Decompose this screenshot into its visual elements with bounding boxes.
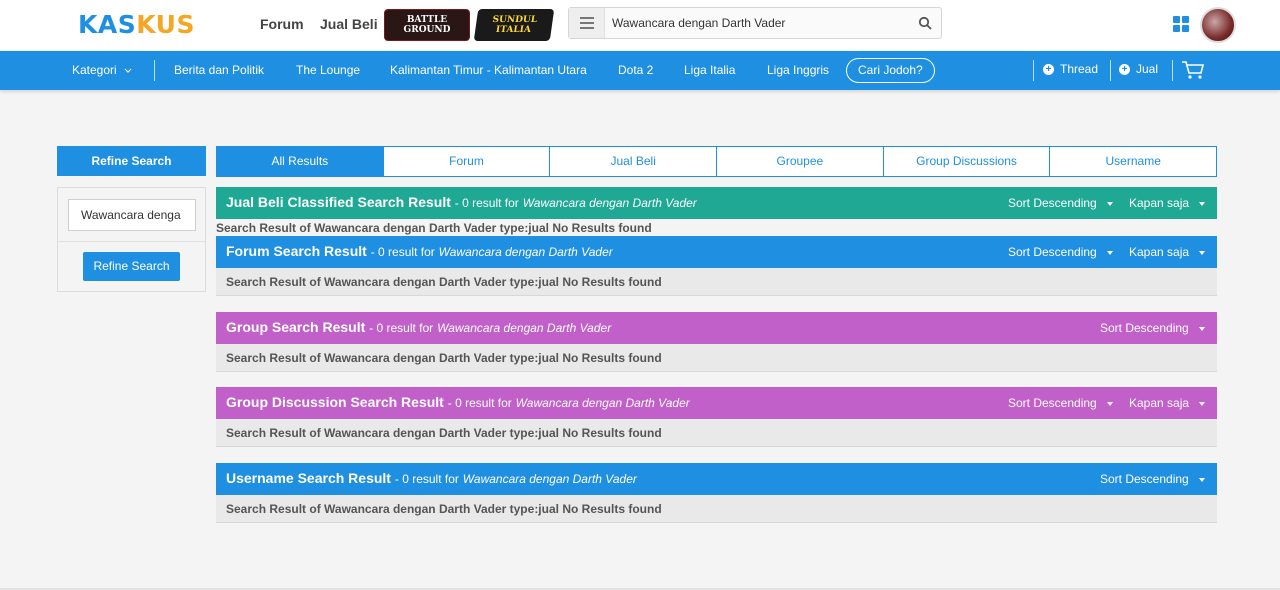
battle-ground-banner[interactable]: BATTLE GROUND [384, 9, 470, 41]
group-discussion-result-body: Search Result of Wawancara dengan Darth … [216, 419, 1217, 447]
cart-icon[interactable] [1181, 60, 1205, 85]
time-dropdown[interactable]: Kapan saja [1129, 196, 1206, 210]
nav-divider [1172, 60, 1173, 81]
jual-beli-result-header: Jual Beli Classified Search Result - 0 r… [216, 187, 1217, 219]
result-tabs: All Results Forum Jual Beli Groupee Grou… [216, 146, 1218, 177]
section-title: Group Search Result [226, 319, 366, 335]
tab-all-results[interactable]: All Results [216, 146, 384, 177]
kategori-dropdown[interactable]: Kategori [72, 63, 132, 77]
nav-item-the-lounge[interactable]: The Lounge [296, 63, 360, 77]
chevron-down-icon [124, 68, 132, 74]
top-header: KASKUS Forum Jual Beli BATTLE GROUND SUN… [0, 0, 1280, 50]
sort-dropdown[interactable]: Sort Descending [1008, 396, 1113, 410]
nav-divider [1033, 60, 1034, 81]
category-nav: Kategori Berita dan Politik The Lounge K… [0, 51, 1280, 90]
nav-divider [1110, 60, 1111, 81]
plus-icon: + [1119, 63, 1130, 75]
no-results-message: Search Result of Wawancara dengan Darth … [226, 351, 662, 365]
forum-result-body: Search Result of Wawancara dengan Darth … [216, 268, 1217, 296]
nav-item-liga-inggris[interactable]: Liga Inggris [767, 63, 829, 77]
no-results-message: Search Result of Wawancara dengan Darth … [226, 275, 662, 289]
username-result-body: Search Result of Wawancara dengan Darth … [216, 495, 1217, 523]
group-result-header: Group Search Result - 0 result for Wawan… [216, 312, 1217, 344]
caret-down-icon [1199, 401, 1206, 406]
refine-search-panel: Refine Search [57, 187, 206, 292]
username-result-header: Username Search Result - 0 result for Wa… [216, 463, 1217, 495]
group-discussion-result-header: Group Discussion Search Result - 0 resul… [216, 387, 1217, 419]
caret-down-icon [1106, 201, 1113, 206]
refine-search-button[interactable]: Refine Search [83, 252, 180, 281]
no-results-message: Search Result of Wawancara dengan Darth … [226, 426, 662, 440]
user-avatar[interactable] [1200, 7, 1236, 43]
forum-link[interactable]: Forum [260, 16, 304, 32]
caret-down-icon [1198, 326, 1205, 331]
refine-search-header: Refine Search [57, 146, 206, 176]
section-title: Username Search Result [226, 470, 391, 486]
search-bar [568, 7, 942, 39]
sort-dropdown[interactable]: Sort Descending [1100, 472, 1205, 486]
caret-down-icon [1199, 201, 1206, 206]
nav-item-liga-italia[interactable]: Liga Italia [684, 63, 735, 77]
sundul-italia-banner[interactable]: SUNDUL ITALIA [473, 9, 555, 41]
jual-beli-link[interactable]: Jual Beli [320, 16, 378, 32]
tab-forum[interactable]: Forum [382, 146, 551, 177]
caret-down-icon [1198, 477, 1205, 482]
caret-down-icon [1199, 250, 1206, 255]
group-result-body: Search Result of Wawancara dengan Darth … [216, 344, 1217, 372]
sort-dropdown[interactable]: Sort Descending [1008, 196, 1113, 210]
forum-result-header: Forum Search Result - 0 result for Wawan… [216, 236, 1217, 268]
tab-jual-beli[interactable]: Jual Beli [549, 146, 718, 177]
time-dropdown[interactable]: Kapan saja [1129, 396, 1206, 410]
nav-item-dota-2[interactable]: Dota 2 [618, 63, 653, 77]
divider [58, 241, 205, 242]
cari-jodoh-button[interactable]: Cari Jodoh? [846, 58, 935, 83]
tab-groupee[interactable]: Groupee [716, 146, 884, 177]
no-results-message: Search Result of Wawancara dengan Darth … [226, 502, 662, 516]
tab-username[interactable]: Username [1049, 146, 1218, 177]
time-dropdown[interactable]: Kapan saja [1129, 245, 1206, 259]
nav-item-berita-politik[interactable]: Berita dan Politik [174, 63, 264, 77]
refine-search-input[interactable] [68, 199, 196, 231]
create-jual-button[interactable]: + Jual [1119, 62, 1158, 76]
section-title: Forum Search Result [226, 243, 367, 259]
section-title: Jual Beli Classified Search Result [226, 194, 451, 210]
caret-down-icon [1106, 250, 1113, 255]
tab-group-discussions[interactable]: Group Discussions [882, 146, 1051, 177]
hamburger-menu-icon[interactable] [569, 8, 605, 38]
section-title: Group Discussion Search Result [226, 394, 444, 410]
nav-divider [154, 60, 155, 81]
sort-dropdown[interactable]: Sort Descending [1008, 245, 1113, 259]
nav-item-kalimantan[interactable]: Kalimantan Timur - Kalimantan Utara [390, 63, 587, 77]
apps-grid-icon[interactable] [1173, 16, 1189, 32]
sort-dropdown[interactable]: Sort Descending [1100, 321, 1205, 335]
create-thread-button[interactable]: + Thread [1043, 62, 1098, 76]
plus-icon: + [1043, 63, 1054, 75]
caret-down-icon [1106, 401, 1113, 406]
no-results-message: Search Result of Wawancara dengan Darth … [216, 221, 652, 235]
kaskus-logo[interactable]: KASKUS [78, 10, 195, 39]
search-icon[interactable] [909, 8, 941, 38]
search-input[interactable] [605, 8, 909, 38]
